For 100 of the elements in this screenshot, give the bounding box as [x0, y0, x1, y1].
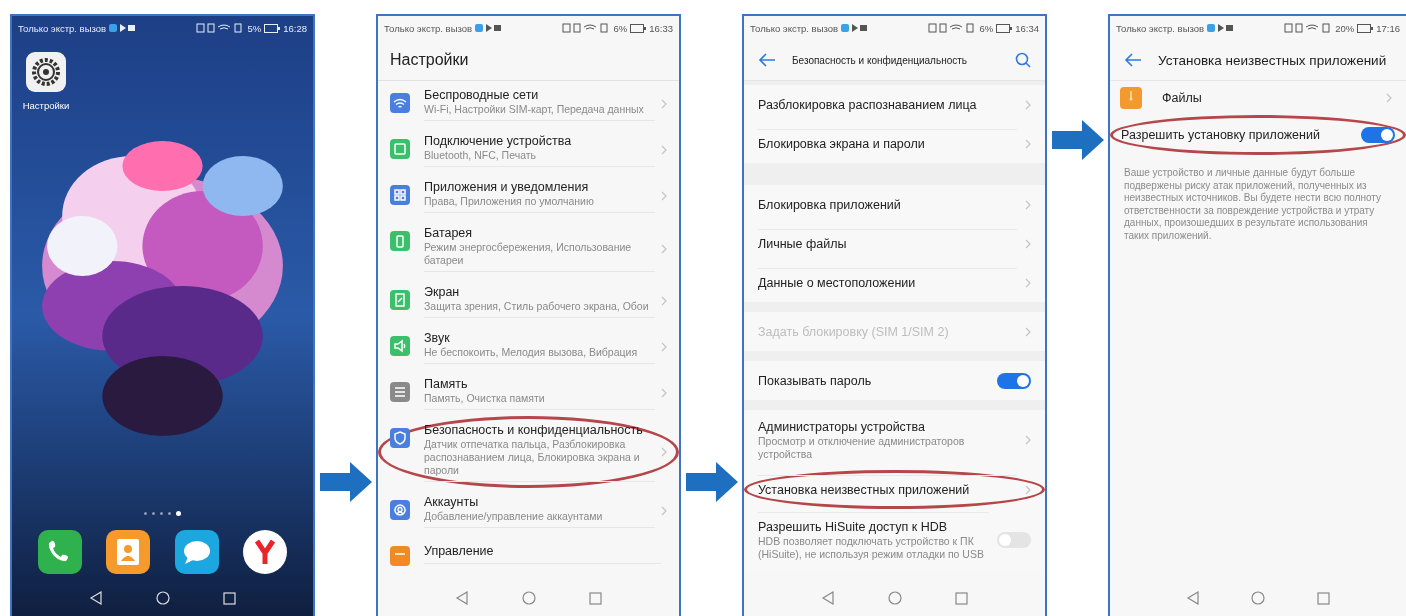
settings-row[interactable]: Установка неизвестных приложений — [744, 470, 1045, 509]
row-title: Блокировка экрана и пароли — [758, 136, 926, 152]
settings-item[interactable]: Батарея Режим энергосбережения, Использование батареи — [378, 219, 679, 278]
row-title: Данные о местоположении — [758, 275, 917, 291]
settings-row[interactable]: Разрешить установку приложений — [1110, 115, 1406, 155]
settings-row[interactable]: Разблокировка распознаванием лица — [744, 85, 1045, 124]
browser-icon[interactable] — [242, 530, 287, 574]
toggle-switch[interactable] — [997, 372, 1031, 389]
clock: 16:34 — [1015, 22, 1039, 34]
screen-title: Безопасность и конфиденциальность — [792, 54, 969, 66]
item-subtitle: Bluetooth, NFC, Печать — [424, 149, 537, 162]
row-title: Разблокировка распознаванием лица — [758, 96, 978, 113]
contacts-icon[interactable] — [106, 530, 151, 574]
page-dot[interactable] — [160, 512, 163, 515]
item-title: Батарея — [424, 225, 474, 241]
settings-icon[interactable] — [26, 52, 66, 92]
status-text: Только экстр. вызов — [18, 22, 107, 34]
chevron-icon — [661, 145, 667, 155]
screen-title: Настройки — [390, 51, 469, 69]
battery-icon — [264, 23, 281, 33]
item-subtitle: Память, Очистка памяти — [424, 392, 546, 405]
settings-item[interactable]: Беспроводные сети Wi-Fi, Настройки SIM-карт, Передача данных — [378, 81, 679, 127]
clock: 17:16 — [1376, 22, 1400, 34]
chevron-icon — [1025, 199, 1031, 210]
item-subtitle: Защита зрения, Стиль рабочего экрана, Обои — [424, 300, 650, 313]
settings-row[interactable]: Показывать пароль — [744, 361, 1045, 400]
search-icon[interactable] — [1015, 52, 1031, 68]
notification-icons — [109, 23, 136, 33]
item-subtitle: Права, Приложения по умолчанию — [424, 195, 595, 208]
notification-icons — [841, 23, 868, 33]
row-title: Задать блокировку (SIM 1/SIM 2) — [758, 323, 950, 340]
status-text: Только экстр. вызов — [384, 22, 473, 34]
battery-percent: 6% — [613, 22, 628, 34]
status-icons — [928, 23, 977, 33]
chevron-icon — [661, 243, 667, 254]
settings-row[interactable]: Блокировка экрана и пароли — [744, 124, 1045, 163]
row-title: Блокировка приложений — [758, 196, 902, 213]
item-subtitle: Wi-Fi, Настройки SIM-карт, Передача данных — [424, 103, 645, 116]
settings-item[interactable]: Подключение устройства Bluetooth, NFC, Печать — [378, 127, 679, 173]
chevron-icon — [1025, 238, 1031, 249]
chevron-icon — [1025, 138, 1031, 149]
screen-title: Установка неизвестных приложений — [1158, 52, 1388, 68]
notification-icons — [1207, 23, 1234, 33]
messages-icon[interactable] — [174, 530, 219, 574]
item-title: Приложения и уведомления — [424, 179, 590, 195]
battery-percent: 6% — [979, 22, 994, 34]
step-arrow — [319, 462, 372, 502]
item-title: Аккаунты — [424, 494, 480, 510]
row-title: Установка неизвестных приложений — [758, 482, 971, 498]
item-subtitle: Не беспокоить, Мелодия вызова, Вибрация — [424, 346, 639, 359]
item-subtitle: Режим энергосбережения, Использование батареи — [424, 241, 633, 267]
page-dot[interactable] — [152, 512, 155, 515]
item-title: Память — [424, 376, 469, 392]
row-title: Администраторы устройства — [758, 419, 927, 435]
chevron-icon — [661, 191, 667, 201]
phone-icon[interactable] — [38, 530, 83, 574]
clock: 16:28 — [283, 22, 307, 34]
row-title: Показывать пароль — [758, 372, 873, 389]
chevron-icon — [1386, 93, 1392, 103]
row-title: Личные файлы — [758, 236, 848, 252]
battery-percent: 20% — [1335, 22, 1355, 34]
row-subtitle: HDB позволяет подключать устройство к ПК (HiSuite), не используя режим отладки по USB — [758, 535, 985, 561]
battery-icon — [1357, 23, 1374, 33]
item-title: Управление — [424, 542, 495, 559]
toggle-switch[interactable] — [1361, 127, 1395, 143]
settings-item[interactable]: Безопасность и конфиденциальность Датчик отпечатка пальца, Разблокировка распознаванием лица, Блокировка экрана и пароли — [378, 416, 679, 488]
step-arrow — [685, 462, 738, 502]
row-title: Разрешить установку приложений — [1121, 127, 1321, 143]
page-dot[interactable] — [168, 512, 171, 515]
item-subtitle: Датчик отпечатка пальца, Разблокировка распознаванием лица, Блокировка экрана и пароли — [424, 438, 641, 477]
settings-item[interactable]: Управление — [378, 534, 679, 572]
settings-row[interactable]: Данные о местоположении — [744, 263, 1045, 302]
settings-item[interactable]: Приложения и уведомления Права, Приложения по умолчанию — [378, 173, 679, 219]
chevron-icon — [1025, 277, 1031, 288]
settings-item[interactable]: Звук Не беспокоить, Мелодия вызова, Вибрация — [378, 324, 679, 370]
notification-icons — [475, 23, 502, 33]
chevron-icon — [1025, 484, 1031, 495]
toggle-switch[interactable] — [997, 531, 1031, 548]
settings-item[interactable]: Память Память, Очистка памяти — [378, 370, 679, 416]
page-dot[interactable] — [144, 512, 147, 515]
app-row[interactable]: Файлы — [1110, 81, 1406, 115]
settings-row[interactable]: Администраторы устройства Просмотр и отключение администраторов устройства — [744, 410, 1045, 470]
chevron-icon — [661, 447, 667, 457]
item-subtitle: Добавление/управление аккаунтами — [424, 510, 604, 523]
page-dot[interactable] — [176, 511, 181, 516]
settings-row[interactable]: Личные файлы — [744, 224, 1045, 263]
settings-row[interactable]: Блокировка приложений — [744, 185, 1045, 224]
chevron-icon — [1025, 99, 1031, 110]
settings-item[interactable]: Экран Защита зрения, Стиль рабочего экрана, Обои — [378, 278, 679, 324]
battery-icon — [996, 23, 1013, 33]
chevron-icon — [661, 296, 667, 306]
chevron-icon — [661, 342, 667, 352]
settings-item[interactable]: Аккаунты Добавление/управление аккаунтами — [378, 488, 679, 534]
chevron-icon — [1025, 435, 1031, 445]
step-arrow — [1051, 120, 1104, 160]
status-icons — [1284, 23, 1333, 33]
battery-percent: 5% — [247, 22, 262, 34]
item-title: Безопасность и конфиденциальность — [424, 422, 644, 438]
app-label: Настройки — [22, 100, 70, 111]
settings-row[interactable]: Разрешить HiSuite доступ к HDB HDB позволяет подключать устройство к ПК (HiSuite), не используя режим отладки по USB — [744, 509, 1045, 570]
